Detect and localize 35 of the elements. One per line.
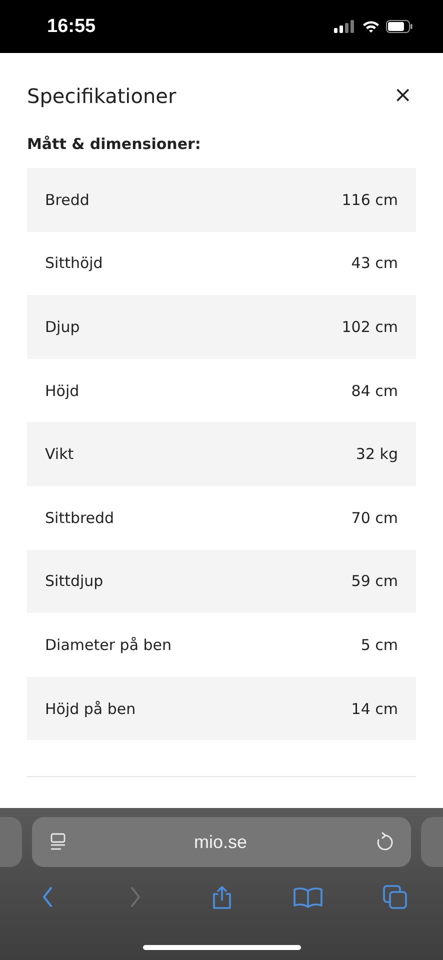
spec-label: Vikt [45,445,74,464]
spec-value: 5 cm [360,636,398,654]
section-heading: Mått & dimensioner: [27,135,202,153]
tabs-icon[interactable] [383,885,407,909]
share-icon[interactable] [210,884,232,910]
spec-label: Höjd [45,382,80,400]
tab-preview[interactable] [421,817,443,867]
wifi-icon [362,20,380,33]
spec-value: 84 cm [351,382,398,400]
tab-preview[interactable] [0,817,22,867]
spec-label: Sittdjup [45,572,104,590]
clock-time: 16:55 [47,16,96,38]
spec-value: 70 cm [351,508,398,527]
reload-icon[interactable] [374,832,393,852]
back-icon[interactable] [41,886,55,908]
sheet-title: Specifikationer [27,84,176,108]
battery-icon [386,20,413,33]
spec-label: Bredd [45,190,90,209]
reader-icon[interactable] [50,833,66,851]
spec-label: Diameter på ben [45,636,172,654]
spec-value: 32 kg [356,445,398,464]
spec-value: 59 cm [351,572,398,590]
book-icon[interactable] [293,886,324,908]
close-button[interactable]: × [390,85,416,107]
signal-icon [334,20,356,33]
spec-label: Höjd på ben [45,700,136,718]
spec-value: 14 cm [351,700,398,718]
url-text: mio.se [194,832,247,852]
spec-value: 102 cm [342,318,398,336]
address-bar[interactable]: mio.se [32,817,411,867]
spec-value: 116 cm [342,190,398,209]
spec-value: 43 cm [351,254,398,272]
spec-label: Djup [45,318,80,336]
spec-label: Sitthöjd [45,254,103,272]
spec-label: Sittbredd [45,508,114,527]
